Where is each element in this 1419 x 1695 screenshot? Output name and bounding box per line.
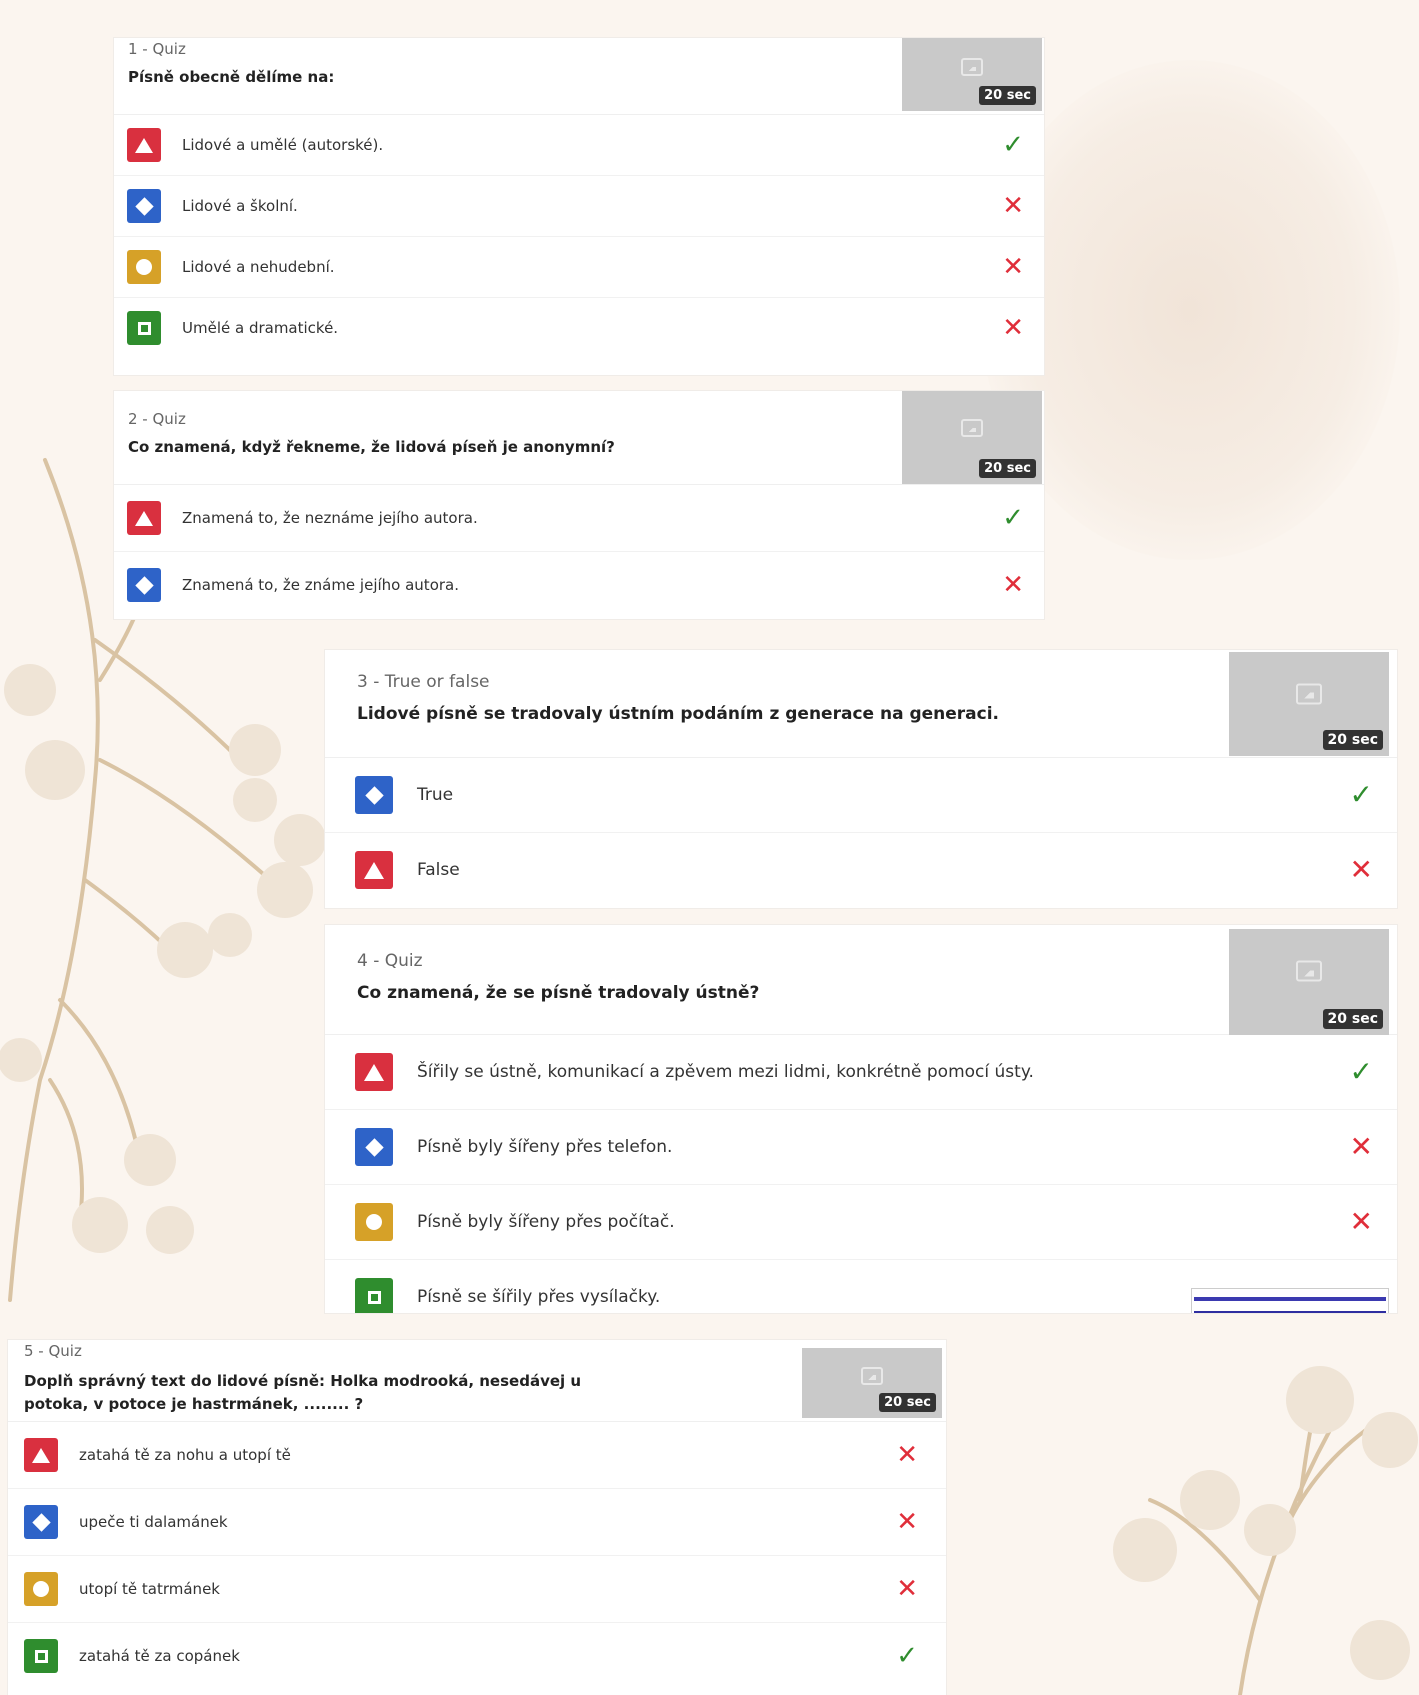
time-limit-badge: 20 sec (1322, 1009, 1383, 1029)
answer-text: Znamená to, že neznáme jejího autora. (182, 509, 478, 527)
question-type: 5 - Quiz (24, 1342, 82, 1360)
incorrect-cross-icon: ✕ (1349, 1205, 1373, 1238)
question-card-3: 3 - True or false Lidové písně se tradov… (325, 650, 1397, 908)
question-image-placeholder[interactable]: 20 sec (902, 391, 1042, 484)
question-type: 4 - Quiz (357, 951, 423, 971)
question-image-placeholder[interactable]: 20 sec (802, 1348, 942, 1418)
answer-row[interactable]: zatahá tě za copánek ✓ (8, 1623, 946, 1689)
question-text: Písně obecně dělíme na: (128, 68, 335, 86)
correct-check-icon: ✓ (1349, 778, 1373, 811)
square-icon (24, 1639, 58, 1673)
image-icon (961, 419, 983, 438)
square-icon (355, 1278, 393, 1313)
time-limit-badge: 20 sec (979, 86, 1036, 105)
answer-row[interactable]: Lidové a nehudební. ✕ (114, 237, 1044, 298)
incorrect-cross-icon: ✕ (1002, 313, 1024, 343)
question-image-placeholder[interactable]: 20 sec (902, 38, 1042, 111)
answer-text: Šířily se ústně, komunikací a zpěvem mez… (417, 1062, 1034, 1082)
answer-text: Písně byly šířeny přes telefon. (417, 1137, 673, 1157)
answer-text: upeče ti dalamánek (79, 1513, 228, 1531)
image-icon (861, 1367, 883, 1385)
incorrect-cross-icon: ✕ (896, 1574, 918, 1604)
answer-row[interactable]: Umělé a dramatické. ✕ (114, 298, 1044, 358)
diamond-icon (127, 189, 161, 223)
question-type: 3 - True or false (357, 672, 490, 692)
circle-icon (24, 1572, 58, 1606)
triangle-icon (24, 1438, 58, 1472)
circle-icon (355, 1203, 393, 1241)
answer-text: Lidové a školní. (182, 197, 298, 215)
incorrect-cross-icon: ✕ (1002, 191, 1024, 221)
correct-check-icon: ✓ (1349, 1055, 1373, 1088)
screenshot-thumbnail[interactable] (1191, 1288, 1389, 1313)
incorrect-cross-icon: ✕ (896, 1507, 918, 1537)
question-image-placeholder[interactable]: 20 sec (1229, 929, 1389, 1035)
question-text: Lidové písně se tradovaly ústním podáním… (357, 704, 1000, 724)
question-text: Co znamená, že se písně tradovaly ústně? (357, 983, 760, 1003)
answer-row[interactable]: Šířily se ústně, komunikací a zpěvem mez… (325, 1035, 1397, 1110)
image-icon (1296, 683, 1322, 705)
answer-text: True (417, 785, 454, 805)
correct-check-icon: ✓ (1002, 503, 1024, 533)
correct-check-icon: ✓ (896, 1641, 918, 1671)
answer-text: Lidové a nehudební. (182, 258, 335, 276)
question-header: 4 - Quiz Co znamená, že se písně tradova… (325, 925, 1397, 1035)
diamond-icon (127, 568, 161, 602)
diamond-icon (355, 1128, 393, 1166)
answer-row[interactable]: zatahá tě za nohu a utopí tě ✕ (8, 1422, 946, 1489)
question-text: Co znamená, když řekneme, že lidová píse… (128, 438, 615, 456)
triangle-icon (355, 1053, 393, 1091)
correct-check-icon: ✓ (1002, 130, 1024, 160)
diamond-icon (355, 776, 393, 814)
question-type: 1 - Quiz (128, 40, 186, 58)
incorrect-cross-icon: ✕ (1002, 570, 1024, 600)
answer-text: Lidové a umělé (autorské). (182, 136, 384, 154)
answer-row[interactable]: utopí tě tatrmánek ✕ (8, 1556, 946, 1623)
triangle-icon (127, 128, 161, 162)
question-card-5: 5 - Quiz Doplň správný text do lidové pí… (8, 1340, 946, 1695)
answer-text: False (417, 860, 460, 880)
question-type: 2 - Quiz (128, 410, 186, 428)
question-header: 5 - Quiz Doplň správný text do lidové pí… (8, 1340, 946, 1422)
answer-row[interactable]: Znamená to, že známe jejího autora. ✕ (114, 552, 1044, 618)
time-limit-badge: 20 sec (879, 1393, 936, 1412)
answer-row[interactable]: Lidové a školní. ✕ (114, 176, 1044, 237)
answer-row[interactable]: Písně se šířily přes vysílačky. (325, 1260, 1397, 1313)
time-limit-badge: 20 sec (979, 459, 1036, 478)
question-header: 3 - True or false Lidové písně se tradov… (325, 650, 1397, 758)
answer-row[interactable]: Znamená to, že neznáme jejího autora. ✓ (114, 485, 1044, 552)
answer-row[interactable]: Písně byly šířeny přes počítač. ✕ (325, 1185, 1397, 1260)
incorrect-cross-icon: ✕ (1349, 1130, 1373, 1163)
incorrect-cross-icon: ✕ (1349, 853, 1373, 886)
answer-text: Umělé a dramatické. (182, 319, 339, 337)
answer-row[interactable]: Lidové a umělé (autorské). ✓ (114, 115, 1044, 176)
circle-icon (127, 250, 161, 284)
incorrect-cross-icon: ✕ (1002, 252, 1024, 282)
question-card-2: 2 - Quiz Co znamená, když řekneme, že li… (114, 391, 1044, 619)
answer-text: Písně byly šířeny přes počítač. (417, 1212, 675, 1232)
answer-text: Znamená to, že známe jejího autora. (182, 576, 459, 594)
answer-text: utopí tě tatrmánek (79, 1580, 220, 1598)
square-icon (127, 311, 161, 345)
answer-text: zatahá tě za nohu a utopí tě (79, 1446, 291, 1464)
question-text: Doplň správný text do lidové písně: Holk… (24, 1372, 582, 1413)
answer-row[interactable]: True ✓ (325, 758, 1397, 833)
question-card-1: 1 - Quiz Písně obecně dělíme na: 20 sec … (114, 38, 1044, 375)
answer-row[interactable]: Písně byly šířeny přes telefon. ✕ (325, 1110, 1397, 1185)
question-card-4: 4 - Quiz Co znamená, že se písně tradova… (325, 925, 1397, 1313)
question-image-placeholder[interactable]: 20 sec (1229, 652, 1389, 756)
triangle-icon (355, 851, 393, 889)
diamond-icon (24, 1505, 58, 1539)
question-header: 2 - Quiz Co znamená, když řekneme, že li… (114, 391, 1044, 485)
image-icon (1296, 960, 1322, 982)
question-header: 1 - Quiz Písně obecně dělíme na: 20 sec (114, 38, 1044, 115)
answer-row[interactable]: upeče ti dalamánek ✕ (8, 1489, 946, 1556)
answer-row[interactable]: False ✕ (325, 833, 1397, 907)
incorrect-cross-icon: ✕ (896, 1440, 918, 1470)
image-icon (961, 58, 983, 77)
answer-text: zatahá tě za copánek (79, 1647, 240, 1665)
triangle-icon (127, 501, 161, 535)
time-limit-badge: 20 sec (1322, 730, 1383, 750)
